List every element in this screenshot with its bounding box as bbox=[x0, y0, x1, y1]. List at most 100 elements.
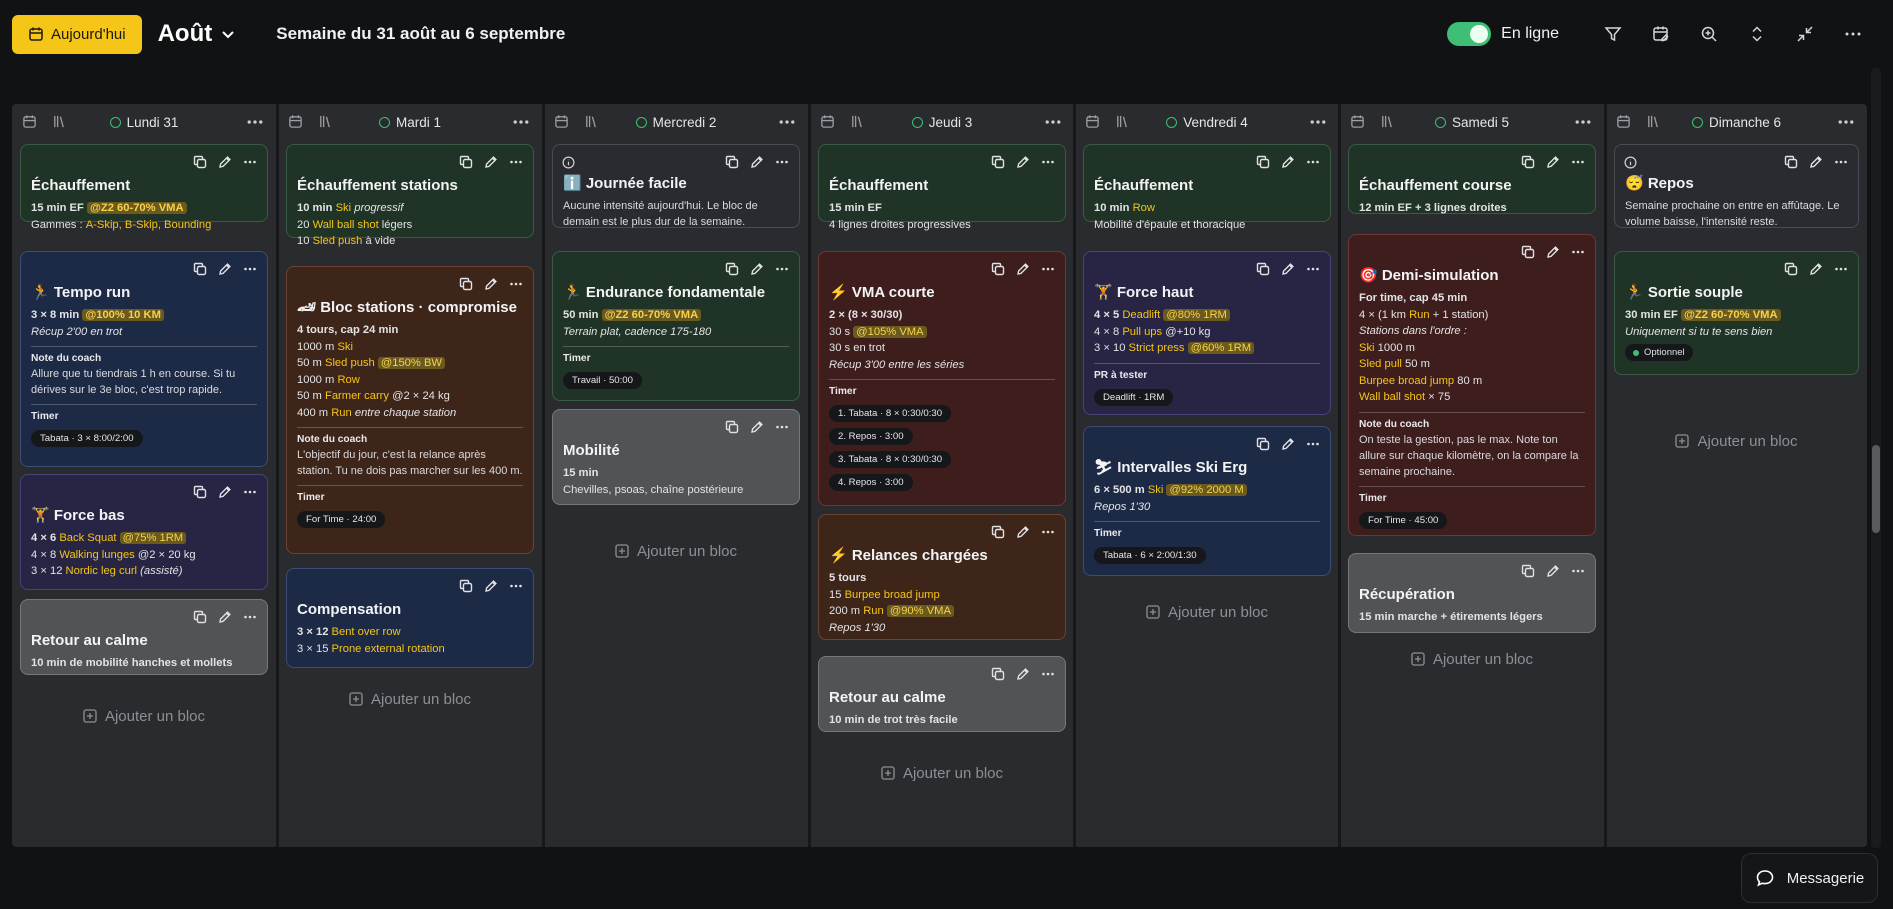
more-horizontal-icon[interactable] bbox=[508, 276, 523, 291]
copy-icon[interactable] bbox=[192, 154, 207, 169]
more-horizontal-icon[interactable] bbox=[1305, 154, 1320, 169]
workout-block-card[interactable]: Retour au calme 10 min de trot très faci… bbox=[818, 656, 1066, 732]
edit-pencil-icon[interactable] bbox=[749, 261, 764, 276]
copy-icon[interactable] bbox=[192, 484, 207, 499]
more-horizontal-icon[interactable] bbox=[508, 154, 523, 169]
copy-icon[interactable] bbox=[990, 666, 1005, 681]
add-block-button[interactable]: Ajouter un bloc bbox=[1340, 648, 1604, 670]
edit-pencil-icon[interactable] bbox=[1545, 154, 1560, 169]
scrollbar-thumb[interactable] bbox=[1872, 445, 1880, 533]
library-icon[interactable] bbox=[584, 114, 600, 130]
edit-pencil-icon[interactable] bbox=[749, 154, 764, 169]
edit-pencil-icon[interactable] bbox=[1545, 244, 1560, 259]
today-button[interactable]: Aujourd'hui bbox=[12, 14, 142, 54]
copy-icon[interactable] bbox=[1520, 563, 1535, 578]
library-icon[interactable] bbox=[850, 114, 866, 130]
workout-block-card[interactable]: 🏎 Bloc stations · compromise 4 tours, ca… bbox=[286, 266, 534, 554]
library-icon[interactable] bbox=[1115, 114, 1131, 130]
edit-pencil-icon[interactable] bbox=[1808, 261, 1823, 276]
collapse-button[interactable] bbox=[1793, 22, 1817, 46]
copy-icon[interactable] bbox=[1255, 436, 1270, 451]
edit-pencil-icon[interactable] bbox=[217, 261, 232, 276]
edit-pencil-icon[interactable] bbox=[1015, 666, 1030, 681]
copy-icon[interactable] bbox=[990, 154, 1005, 169]
workout-block-card[interactable]: ⚡ VMA courte 2 × (8 × 30/30) 30 s @105% V… bbox=[818, 251, 1066, 506]
workout-block-card[interactable]: Récupération 15 min marche + étirements … bbox=[1348, 553, 1596, 633]
more-horizontal-icon[interactable] bbox=[1570, 563, 1585, 578]
edit-pencil-icon[interactable] bbox=[749, 419, 764, 434]
workout-block-card[interactable]: 😴 Repos Semaine prochaine on entre en af… bbox=[1614, 144, 1859, 228]
workout-block-card[interactable]: ⛷ Intervalles Ski Erg 6 × 500 m Ski @92%… bbox=[1083, 426, 1331, 576]
timer-step-pill[interactable]: 2. Repos · 3:00 bbox=[829, 428, 913, 445]
edit-pencil-icon[interactable] bbox=[1015, 154, 1030, 169]
workout-block-card[interactable]: ⚡ Relances chargées 5 tours 15 Burpee bro… bbox=[818, 514, 1066, 640]
more-options-button[interactable] bbox=[1841, 22, 1865, 46]
copy-icon[interactable] bbox=[990, 261, 1005, 276]
workout-block-card[interactable]: 🏋 Force bas 4 × 6 Back Squat @75% 1RM 4 ×… bbox=[20, 474, 268, 590]
day-more-icon[interactable] bbox=[1044, 114, 1062, 130]
edit-pencil-icon[interactable] bbox=[1280, 261, 1295, 276]
more-horizontal-icon[interactable] bbox=[1040, 524, 1055, 539]
day-more-icon[interactable] bbox=[1309, 114, 1327, 130]
edit-pencil-icon[interactable] bbox=[1545, 563, 1560, 578]
calendar-icon[interactable] bbox=[554, 114, 570, 130]
timer-pill[interactable]: Tabata · 6 × 2:00/1:30 bbox=[1094, 547, 1206, 564]
more-horizontal-icon[interactable] bbox=[508, 578, 523, 593]
edit-pencil-icon[interactable] bbox=[1280, 436, 1295, 451]
library-icon[interactable] bbox=[1380, 114, 1396, 130]
pr-pill[interactable]: Deadlift · 1RM bbox=[1094, 388, 1174, 406]
copy-icon[interactable] bbox=[1255, 261, 1270, 276]
copy-icon[interactable] bbox=[1783, 154, 1798, 169]
edit-pencil-icon[interactable] bbox=[217, 154, 232, 169]
day-more-icon[interactable] bbox=[1837, 114, 1855, 130]
workout-block-card[interactable]: 🎯 Demi-simulation For time, cap 45 min 4 … bbox=[1348, 234, 1596, 536]
workout-block-card[interactable]: 🏃 Tempo run 3 × 8 min @100% 10 KM Récup 2… bbox=[20, 251, 268, 467]
more-horizontal-icon[interactable] bbox=[242, 261, 257, 276]
online-toggle[interactable] bbox=[1447, 22, 1492, 46]
copy-icon[interactable] bbox=[724, 261, 739, 276]
calendar-icon[interactable] bbox=[1085, 114, 1101, 130]
workout-block-card[interactable]: Échauffement stations 10 min Ski progres… bbox=[286, 144, 534, 247]
edit-pencil-icon[interactable] bbox=[217, 609, 232, 624]
edit-pencil-icon[interactable] bbox=[1280, 154, 1295, 169]
workout-block-card[interactable]: 🏋 Force haut 4 × 5 Deadlift @80% 1RM 4 × … bbox=[1083, 251, 1331, 415]
workout-block-card[interactable]: ℹ️ Journée facile Aucune intensité aujou… bbox=[552, 144, 800, 228]
copy-icon[interactable] bbox=[1783, 261, 1798, 276]
day-more-icon[interactable] bbox=[512, 114, 530, 130]
timer-step-pill[interactable]: 1. Tabata · 8 × 0:30/0:30 bbox=[829, 405, 952, 422]
more-horizontal-icon[interactable] bbox=[1570, 154, 1585, 169]
timer-pill[interactable]: For Time · 24:00 bbox=[297, 511, 386, 528]
copy-icon[interactable] bbox=[990, 524, 1005, 539]
more-horizontal-icon[interactable] bbox=[242, 484, 257, 499]
timer-pill[interactable]: Travail · 50:00 bbox=[563, 372, 642, 389]
add-block-button[interactable]: Ajouter un bloc bbox=[810, 762, 1074, 784]
more-horizontal-icon[interactable] bbox=[1040, 666, 1055, 681]
more-horizontal-icon[interactable] bbox=[1305, 436, 1320, 451]
workout-block-card[interactable]: Retour au calme 10 min de mobilité hanch… bbox=[20, 599, 268, 675]
calendar-icon[interactable] bbox=[1616, 114, 1632, 130]
messenger-button[interactable]: Messagerie bbox=[1741, 853, 1878, 903]
copy-icon[interactable] bbox=[458, 154, 473, 169]
timer-step-pill[interactable]: 4. Repos · 3:00 bbox=[829, 474, 913, 491]
add-block-button[interactable]: Ajouter un bloc bbox=[1606, 430, 1867, 452]
workout-block-card[interactable]: 🏃 Sortie souple 30 min EF @Z2 60-70% VMA… bbox=[1614, 251, 1859, 375]
edit-pencil-icon[interactable] bbox=[483, 154, 498, 169]
more-horizontal-icon[interactable] bbox=[774, 419, 789, 434]
more-horizontal-icon[interactable] bbox=[774, 261, 789, 276]
edit-calendar-button[interactable] bbox=[1649, 22, 1673, 46]
add-block-button[interactable]: Ajouter un bloc bbox=[12, 705, 276, 727]
workout-block-card[interactable]: Échauffement 15 min EF @Z2 60-70% VMA Gam… bbox=[20, 144, 268, 231]
more-horizontal-icon[interactable] bbox=[774, 154, 789, 169]
workout-block-card[interactable]: Compensation 3 × 12 Bent over row 3 × 15 … bbox=[286, 568, 534, 668]
library-icon[interactable] bbox=[1646, 114, 1662, 130]
calendar-icon[interactable] bbox=[288, 114, 304, 130]
workout-block-card[interactable]: Mobilité 15 min Chevilles, psoas, chaîne … bbox=[552, 409, 800, 505]
library-icon[interactable] bbox=[52, 114, 68, 130]
expand-rows-button[interactable] bbox=[1745, 22, 1769, 46]
library-icon[interactable] bbox=[318, 114, 334, 130]
edit-pencil-icon[interactable] bbox=[483, 276, 498, 291]
calendar-icon[interactable] bbox=[22, 114, 38, 130]
add-block-button[interactable]: Ajouter un bloc bbox=[544, 540, 808, 562]
copy-icon[interactable] bbox=[458, 578, 473, 593]
copy-icon[interactable] bbox=[192, 609, 207, 624]
